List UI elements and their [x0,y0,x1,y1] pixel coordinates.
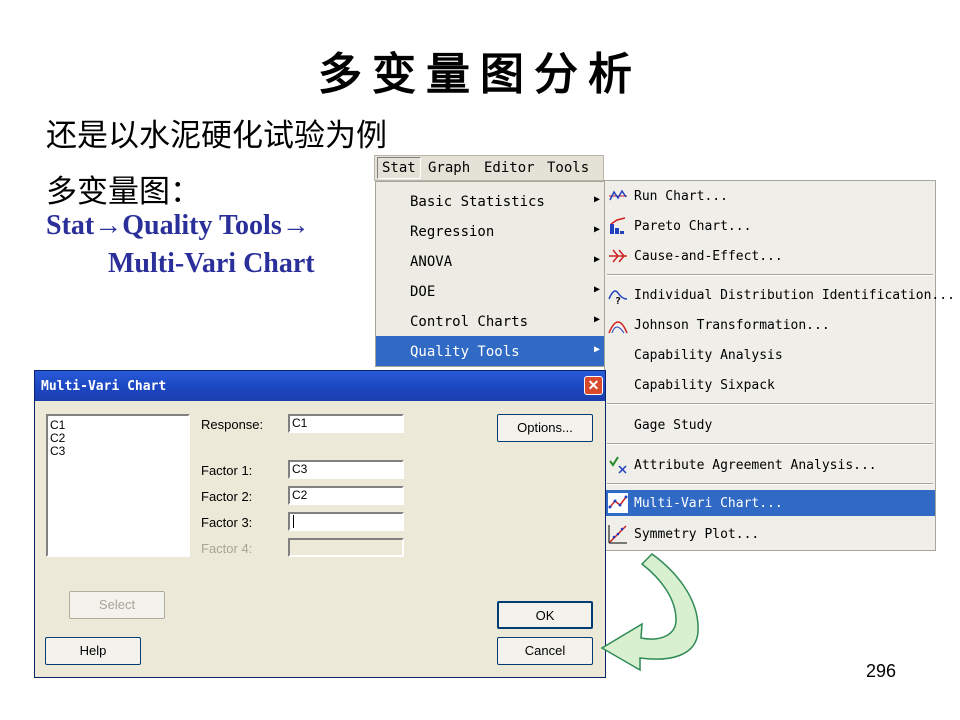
menu-item-label: Regression [410,224,495,240]
stat-menu-item[interactable]: Control Charts ▶ [376,306,604,336]
quality-tools-submenu: Run Chart... Pareto Chart... Cause-and-E… [604,180,955,551]
close-button[interactable]: ✕ [584,376,603,395]
page-number: 296 [866,661,897,681]
submenu-arrow-icon: ▶ [593,194,600,205]
submenu-item-cause-effect[interactable]: Cause-and-Effect... [605,243,935,269]
factor1-label: Factor 1: [201,463,253,478]
menu-item-label: Gage Study [634,418,713,433]
menu-separator [607,403,933,405]
submenu-item-symmetry-plot[interactable]: Symmetry Plot... [605,521,935,547]
menu-item-label: Capability Analysis [634,348,783,363]
submenu-arrow-icon: ▶ [593,224,600,235]
response-label: Response: [201,417,264,432]
pareto-chart-icon [610,217,626,234]
factor4-label: Factor 4: [201,541,253,556]
text-caret [293,515,294,528]
stat-menu-item[interactable]: Regression ▶ [376,216,604,246]
close-icon: ✕ [587,377,600,393]
stat-menu-item-quality-tools[interactable]: Quality Tools ▶ [376,336,604,366]
submenu-item-capability-analysis[interactable]: Capability Analysis [605,342,935,368]
svg-text:?: ? [615,296,621,305]
menu-stat[interactable]: Stat [377,157,421,179]
slide-title: 多变量图分析 [318,49,642,100]
options-button[interactable]: Options... [497,414,593,442]
dialog-title-bar[interactable]: Multi-Vari Chart ✕ [35,371,605,401]
menu-path-line1: Stat→Quality Tools→ [46,210,310,241]
multi-vari-dialog: Multi-Vari Chart ✕ C1 C2 C3 Response: C1… [34,370,606,678]
list-item[interactable]: C2 [50,431,65,445]
menu-item-label: Multi-Vari Chart... [634,496,783,511]
menu-item-label: Control Charts [410,314,529,330]
menu-item-label: Individual Distribution Identification..… [634,288,955,303]
factor3-label: Factor 3: [201,515,253,530]
curved-arrow-icon [600,553,699,672]
menu-item-label: Cause-and-Effect... [634,249,783,264]
menu-editor[interactable]: Editor [484,160,535,176]
factor2-label: Factor 2: [201,489,253,504]
submenu-item-distribution-id[interactable]: ? Individual Distribution Identification… [605,282,955,308]
menu-separator [607,274,933,276]
submenu-item-gage-study[interactable]: Gage Study [605,412,935,438]
menu-separator [607,443,933,445]
run-chart-icon [609,189,627,201]
menu-separator [607,483,933,485]
response-input[interactable]: C1 [288,414,404,433]
stat-menu-item[interactable]: DOE ▶ [376,276,604,306]
factor3-input[interactable] [288,512,404,531]
menu-graph[interactable]: Graph [428,160,470,176]
slide-caption: 多变量图： [46,174,201,210]
column-listbox[interactable]: C1 C2 C3 [46,414,190,557]
menu-tools[interactable]: Tools [547,160,589,176]
submenu-item-run-chart[interactable]: Run Chart... [605,183,935,209]
submenu-arrow-icon: ▶ [593,344,600,355]
cause-effect-icon [609,249,627,263]
factor1-input[interactable]: C3 [288,460,404,479]
dialog-title: Multi-Vari Chart [41,379,167,394]
attribute-agreement-icon [609,456,627,474]
menu-item-label: Capability Sixpack [634,378,775,393]
stat-menu: Basic Statistics ▶ Regression ▶ ANOVA ▶ DOE… [375,181,605,367]
menu-item-label: Symmetry Plot... [634,527,760,542]
list-item[interactable]: C3 [50,444,65,458]
submenu-item-capability-sixpack[interactable]: Capability Sixpack [605,372,935,398]
submenu-arrow-icon: ▶ [593,254,600,265]
select-button: Select [69,591,165,619]
stat-menu-item[interactable]: ANOVA ▶ [376,246,604,276]
factor4-input [288,538,404,557]
submenu-item-pareto-chart[interactable]: Pareto Chart... [605,213,935,239]
submenu-arrow-icon: ▶ [593,284,600,295]
menu-item-label: DOE [410,284,436,300]
menu-path-line2: Multi-Vari Chart [108,248,315,279]
menu-bar: Stat Graph Editor Tools [374,155,604,181]
menu-item-label: ANOVA [410,254,453,270]
cancel-button[interactable]: Cancel [497,637,593,665]
ok-button[interactable]: OK [497,601,593,629]
submenu-item-johnson[interactable]: Johnson Transformation... [605,312,935,338]
multi-vari-icon [608,493,628,513]
menu-item-label: Pareto Chart... [634,219,752,234]
stat-menu-item[interactable]: Basic Statistics ▶ [376,186,604,216]
menu-item-label: Basic Statistics [410,194,545,210]
submenu-item-multi-vari[interactable]: Multi-Vari Chart... [605,490,935,516]
johnson-icon [608,321,628,334]
menu-item-label: Quality Tools [410,344,520,360]
menu-item-label: Attribute Agreement Analysis... [634,458,877,473]
help-button[interactable]: Help [45,637,141,665]
slide-subtitle: 还是以水泥硬化试验为例 [46,118,387,154]
list-item[interactable]: C1 [50,418,65,432]
distribution-id-icon: ? [608,290,628,305]
submenu-item-attribute-agreement[interactable]: Attribute Agreement Analysis... [605,452,935,478]
menu-item-label: Run Chart... [634,189,728,204]
symmetry-plot-icon [608,525,627,544]
menu-item-label: Johnson Transformation... [634,318,830,333]
factor2-input[interactable]: C2 [288,486,404,505]
submenu-arrow-icon: ▶ [593,314,600,325]
